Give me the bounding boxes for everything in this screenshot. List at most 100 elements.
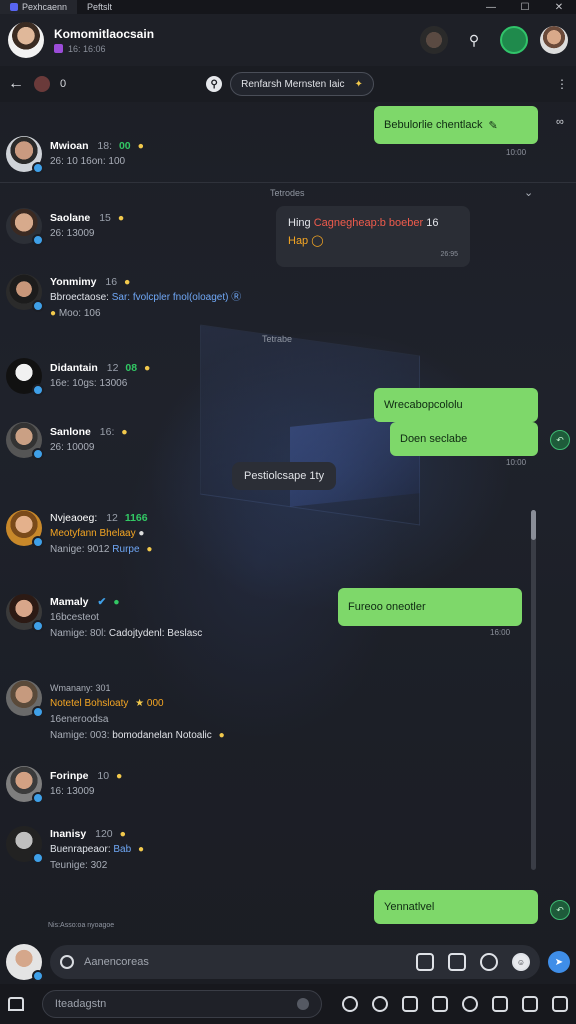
reaction-emoji-icon: ● <box>146 544 153 555</box>
home-icon[interactable] <box>8 997 24 1011</box>
message-meta: Teunige: 302 <box>50 860 108 871</box>
status-dot <box>32 384 44 396</box>
scrollbar-track[interactable] <box>531 510 536 870</box>
channel-avatar[interactable] <box>8 22 44 58</box>
message-list[interactable]: Bebulorlie chentlack ✎ 10:00 ∞ Mwioan 18… <box>0 102 576 940</box>
message-time: 16: <box>99 426 115 438</box>
message-row[interactable]: Mwioan 18: 00 ● 26: 10 16on: 100 <box>0 136 576 174</box>
send-icon[interactable]: ➤ <box>548 951 570 973</box>
bookmark-icon[interactable] <box>552 996 568 1012</box>
message-meta-text: Namige: 80l: <box>50 628 107 639</box>
gif-icon[interactable] <box>448 953 466 971</box>
message-timestamp: 10:00 <box>506 458 527 467</box>
user-avatar[interactable] <box>6 422 44 460</box>
incoming-message-bubble[interactable]: Hing Cagnegheap:b boeber 16 Hap ◯ 26:95 <box>276 206 470 267</box>
message-row[interactable]: Nvjeaoeg: 12 1166 Meotyfann Bhelaay ● Na… <box>0 510 576 558</box>
reaction-emoji-icon: ● <box>143 362 151 374</box>
message-meta: ● Moo: 106 <box>50 306 241 322</box>
user-avatar[interactable] <box>6 680 44 718</box>
group-avatar-button[interactable] <box>420 26 448 54</box>
window-tab-1[interactable]: Pexhcaenn <box>0 0 78 14</box>
user-avatar[interactable] <box>6 826 44 864</box>
gift-icon[interactable] <box>416 953 434 971</box>
search-icon[interactable]: ⚲ <box>206 76 223 92</box>
user-avatar[interactable] <box>6 274 44 312</box>
message-content: Forinpe 10 ● 16: 13009 <box>50 766 122 800</box>
status-dot <box>32 852 44 864</box>
message-meta: 16e: 10gs: 13006 <box>50 378 128 389</box>
outgoing-message[interactable]: Wrecabopcololu <box>374 388 538 422</box>
message-link[interactable]: bomodanelan Notoalic <box>112 730 212 741</box>
profile-avatar-button[interactable] <box>540 26 568 54</box>
message-link[interactable]: Bab <box>113 844 131 855</box>
role-tag: 00 <box>118 140 131 152</box>
verified-icon: ✔ <box>97 596 107 608</box>
maximize-icon[interactable]: ☐ <box>508 2 542 13</box>
user-avatar[interactable] <box>6 208 44 246</box>
pencil-icon[interactable] <box>402 996 418 1012</box>
thread-count: 0 <box>60 78 67 90</box>
message-timestamp: 26:95 <box>440 251 458 258</box>
status-dot <box>32 448 44 460</box>
message-row[interactable]: Mamaly ✔ ● 16bcesteot Namige: 80l: Cadoj… <box>0 594 576 642</box>
my-avatar[interactable] <box>6 944 44 982</box>
message-input[interactable]: Aanencoreas ☺ <box>50 945 540 979</box>
user-avatar[interactable] <box>6 594 44 632</box>
chat-header: Komomitlaocsain 16: 16:06 ⚲ <box>0 14 576 66</box>
message-text-content: Notetel Bohsloaty <box>50 698 129 709</box>
message-search-input[interactable]: Renfarsh Mernsten Iaic ✦ <box>230 72 374 96</box>
message-author: Sanlone 16: ● <box>50 424 128 440</box>
emoji-picker-icon[interactable]: ☺ <box>512 953 530 971</box>
reaction-emoji-icon: ● <box>138 528 145 539</box>
system-message-chip[interactable]: Pestiolcsape 1ty <box>232 462 337 490</box>
quick-search-input[interactable]: Iteadagstn <box>41 990 322 1018</box>
clock-icon[interactable] <box>342 996 358 1012</box>
message-row[interactable]: Sanlone 16: ● 26: 10009 <box>0 422 576 460</box>
message-row[interactable]: Inanisy 120 ● Buenrapeaor: Bab ● Teunige… <box>0 826 576 874</box>
note-icon[interactable] <box>522 996 538 1012</box>
reaction-emoji-icon: ● <box>119 828 126 840</box>
incoming-count: 16 <box>426 217 439 229</box>
mic-icon[interactable] <box>297 998 309 1010</box>
more-options-icon[interactable]: ⋮ <box>556 77 568 91</box>
user-avatar[interactable] <box>6 766 44 804</box>
close-icon[interactable]: ✕ <box>542 2 576 13</box>
folder-icon[interactable] <box>492 996 508 1012</box>
reply-icon[interactable]: ↶ <box>550 900 570 920</box>
status-dot <box>32 300 44 312</box>
message-meta-text: Namige: 003: <box>50 730 110 741</box>
message-content: Yonmimy 16 ● Bbroectaose: Sar: fvolcpler… <box>50 274 241 322</box>
smile-icon[interactable] <box>372 996 388 1012</box>
message-row[interactable]: Wmanany: 301 Notetel Bohsloaty ★ 000 16e… <box>0 680 576 744</box>
online-status-button[interactable] <box>500 26 528 54</box>
user-avatar[interactable] <box>6 510 44 548</box>
user-avatar[interactable] <box>6 358 44 396</box>
user-avatar[interactable] <box>6 136 44 174</box>
window-tab-2[interactable]: Peftslt <box>77 0 122 14</box>
message-text: Buenrapeaor: Bab ● <box>50 842 144 858</box>
message-text-content: Buenrapeaor: <box>50 844 111 855</box>
back-arrow-icon[interactable]: ← <box>8 75 24 93</box>
minimize-icon[interactable]: — <box>474 2 508 13</box>
grid-icon[interactable] <box>432 996 448 1012</box>
message-row[interactable]: Yonmimy 16 ● Bbroectaose: Sar: fvolcpler… <box>0 274 576 322</box>
chevron-down-icon[interactable]: ⌄ <box>524 186 533 199</box>
author-name: Inanisy <box>50 828 87 840</box>
message-content: Inanisy 120 ● Buenrapeaor: Bab ● Teunige… <box>50 826 144 874</box>
compass-icon[interactable] <box>462 996 478 1012</box>
message-link[interactable]: Cadojtydenl: Beslasc <box>109 628 202 639</box>
scrollbar-thumb[interactable] <box>531 510 536 540</box>
message-link[interactable]: Rurpe <box>112 544 139 555</box>
search-icon[interactable]: ⚲ <box>460 26 488 54</box>
message-author: Saolane 15 ● <box>50 210 124 226</box>
sticker-icon[interactable] <box>480 953 498 971</box>
reaction-emoji-icon: ● <box>137 844 145 855</box>
message-link[interactable]: Sar: fvolcpler fnol(oloaget) Ⓡ <box>112 292 242 303</box>
outgoing-message[interactable]: Yennatlvel <box>374 890 538 924</box>
date-separator: Tetrodes <box>270 188 305 198</box>
message-row[interactable]: Forinpe 10 ● 16: 13009 <box>0 766 576 804</box>
link-icon[interactable]: ∞ <box>556 116 564 128</box>
author-name: Mwioan <box>50 140 89 152</box>
reaction-emoji-icon: ● <box>124 276 131 288</box>
add-attachment-icon[interactable] <box>60 955 74 969</box>
